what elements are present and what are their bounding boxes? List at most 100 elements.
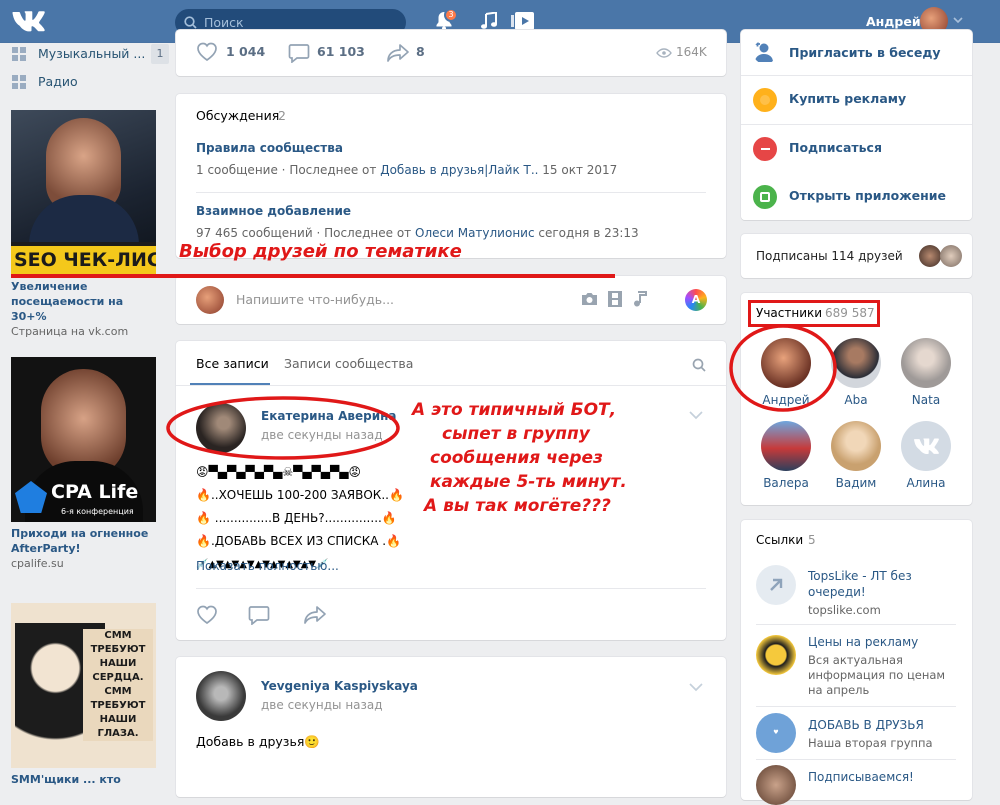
- member-item[interactable]: Вадим: [826, 421, 886, 490]
- topic-meta: 97 465 сообщений · Последнее от Олеси Ма…: [196, 226, 639, 240]
- open-app-button[interactable]: Открыть приложение: [741, 173, 972, 220]
- ad-domain: cpalife.su: [11, 557, 64, 570]
- member-item[interactable]: Валера: [756, 421, 816, 490]
- member-avatar[interactable]: [901, 338, 951, 388]
- friend-avatar[interactable]: [940, 245, 962, 267]
- ad-image[interactable]: СММ ТРЕБУЮТ НАШИ СЕРДЦА. СММ ТРЕБУЮТ НАШ…: [11, 603, 156, 768]
- ad-domain: Страница на vk.com: [11, 325, 129, 338]
- left-nav-radio[interactable]: Радио: [10, 68, 160, 96]
- link-title[interactable]: TopsLike - ЛТ без очереди!: [808, 568, 958, 600]
- tab-all-posts[interactable]: Все записи: [196, 356, 269, 371]
- chevron-down-icon[interactable]: [689, 683, 703, 692]
- link-thumb[interactable]: [756, 635, 796, 675]
- discussions-block: Обсуждения 2 Правила сообщества 1 сообще…: [176, 94, 726, 258]
- member-avatar[interactable]: [761, 421, 811, 471]
- member-name[interactable]: Nata: [896, 393, 956, 407]
- ad-block[interactable]: СММ ТРЕБУЮТ НАШИ СЕРДЦА. СММ ТРЕБУЮТ НАШ…: [11, 603, 156, 787]
- share-icon[interactable]: [303, 605, 327, 625]
- ad-title[interactable]: Увеличение посещаемости на 30+%: [11, 279, 156, 324]
- annotation-bot-note: А это типичный БОТ, сыпет в группу сообщ…: [412, 400, 627, 516]
- link-thumb[interactable]: [756, 565, 796, 605]
- annotation-ellipse-author: [166, 396, 400, 460]
- comment-icon[interactable]: [248, 605, 270, 625]
- link-thumb[interactable]: ♥: [756, 713, 796, 753]
- annotation-ellipse-member: [729, 324, 837, 412]
- ad-image[interactable]: CPA Life 6-я конференция: [11, 357, 156, 522]
- subscribe-icon: [753, 137, 777, 161]
- invite-button[interactable]: Пригласить в беседу: [741, 30, 972, 78]
- likes-count: 1 044: [226, 44, 266, 59]
- left-nav-label: Радио: [38, 74, 78, 89]
- friends-subscribed[interactable]: Подписаны 114 друзей: [741, 234, 972, 278]
- post-time[interactable]: две секунды назад: [261, 698, 383, 712]
- video-play-icon[interactable]: [511, 11, 535, 31]
- video-icon[interactable]: [608, 291, 622, 307]
- user-name[interactable]: Андрей: [866, 14, 921, 29]
- composer-avatar: [196, 286, 224, 314]
- wall-post: Yevgeniya Kaspiyskaya две секунды назад …: [176, 657, 726, 797]
- post-stats-bar: 1 044 61 103 8 164K: [176, 30, 726, 76]
- music-note-icon[interactable]: [480, 12, 498, 30]
- topic-last-author[interactable]: Добавь в друзья|Лайк Т..: [380, 163, 538, 177]
- music-icon[interactable]: [633, 291, 647, 307]
- topic-last-author[interactable]: Олеси Матулионис: [415, 226, 535, 240]
- ad-title[interactable]: Приходи на огненное AfterParty!: [11, 526, 156, 556]
- link-title[interactable]: Цены на рекламу: [808, 635, 918, 649]
- member-item[interactable]: Nata: [896, 338, 956, 407]
- discussions-title[interactable]: Обсуждения: [196, 108, 279, 123]
- discussions-count: 2: [278, 108, 286, 123]
- friends-subscribed-label: Подписаны 114 друзей: [756, 249, 903, 263]
- links-block: Ссылки 5 TopsLike - ЛТ без очереди! tops…: [741, 520, 972, 805]
- divider: [196, 588, 706, 589]
- notification-badge: 3: [444, 8, 458, 22]
- topic-title[interactable]: Взаимное добавление: [196, 204, 351, 218]
- annotation-friends-theme: Выбор друзей по тематике: [179, 241, 462, 262]
- link-title[interactable]: ДОБАВЬ В ДРУЗЬЯ: [808, 718, 924, 732]
- post-author-avatar[interactable]: [196, 671, 246, 721]
- search-icon[interactable]: [692, 358, 706, 372]
- heart-icon[interactable]: [196, 42, 218, 62]
- left-nav-count: 1: [151, 44, 169, 64]
- vk-logo-icon[interactable]: [11, 8, 45, 34]
- app-a-icon[interactable]: A: [685, 289, 707, 311]
- member-name[interactable]: Вадим: [826, 476, 886, 490]
- shares-count: 8: [416, 44, 425, 59]
- links-count: 5: [808, 533, 816, 547]
- post-author-name[interactable]: Yevgeniya Kaspiyskaya: [261, 679, 418, 693]
- composer-input[interactable]: Напишите что-нибудь...: [236, 292, 394, 307]
- member-avatar[interactable]: [831, 421, 881, 471]
- ad-block[interactable]: SEO ЧЕК-ЛИСТ Увеличение посещаемости на …: [11, 110, 156, 339]
- ad-banner-text: CPA Life: [51, 481, 139, 503]
- share-icon[interactable]: [386, 43, 410, 63]
- topic-meta: 1 сообщение · Последнее от Добавь в друз…: [196, 163, 618, 177]
- chevron-down-icon[interactable]: [689, 411, 703, 420]
- member-name[interactable]: Валера: [756, 476, 816, 490]
- ad-block[interactable]: CPA Life 6-я конференция Приходи на огне…: [11, 357, 156, 571]
- ad-title[interactable]: SMM'щики ... кто: [11, 772, 156, 787]
- ad-image[interactable]: SEO ЧЕК-ЛИСТ: [11, 110, 156, 275]
- topic-title[interactable]: Правила сообщества: [196, 141, 343, 155]
- post-composer: Напишите что-нибудь... A: [176, 276, 726, 324]
- link-thumb[interactable]: [756, 765, 796, 805]
- links-title[interactable]: Ссылки: [756, 533, 803, 547]
- heart-icon[interactable]: [196, 605, 218, 625]
- comment-icon[interactable]: [288, 43, 310, 63]
- buy-ad-button[interactable]: Купить рекламу: [741, 76, 972, 124]
- left-nav-music[interactable]: Музыкальный ... 1: [10, 40, 169, 68]
- show-more-link[interactable]: Показать полностью...: [196, 559, 339, 573]
- member-item[interactable]: Алина: [896, 421, 956, 490]
- divider: [196, 192, 706, 193]
- member-name[interactable]: Алина: [896, 476, 956, 490]
- link-sub: Наша вторая группа: [808, 736, 933, 750]
- camera-icon[interactable]: [581, 292, 598, 306]
- tab-community-posts[interactable]: Записи сообщества: [284, 356, 413, 371]
- friend-avatar[interactable]: [919, 245, 941, 267]
- search-icon: [184, 16, 197, 29]
- radio-icon: [12, 75, 26, 89]
- member-avatar[interactable]: [901, 421, 951, 471]
- subscribe-button[interactable]: Подписаться: [741, 125, 972, 173]
- comments-count: 61 103: [317, 44, 365, 59]
- chevron-down-icon[interactable]: [953, 17, 963, 24]
- divider: [756, 624, 956, 625]
- app-icon: [753, 185, 777, 209]
